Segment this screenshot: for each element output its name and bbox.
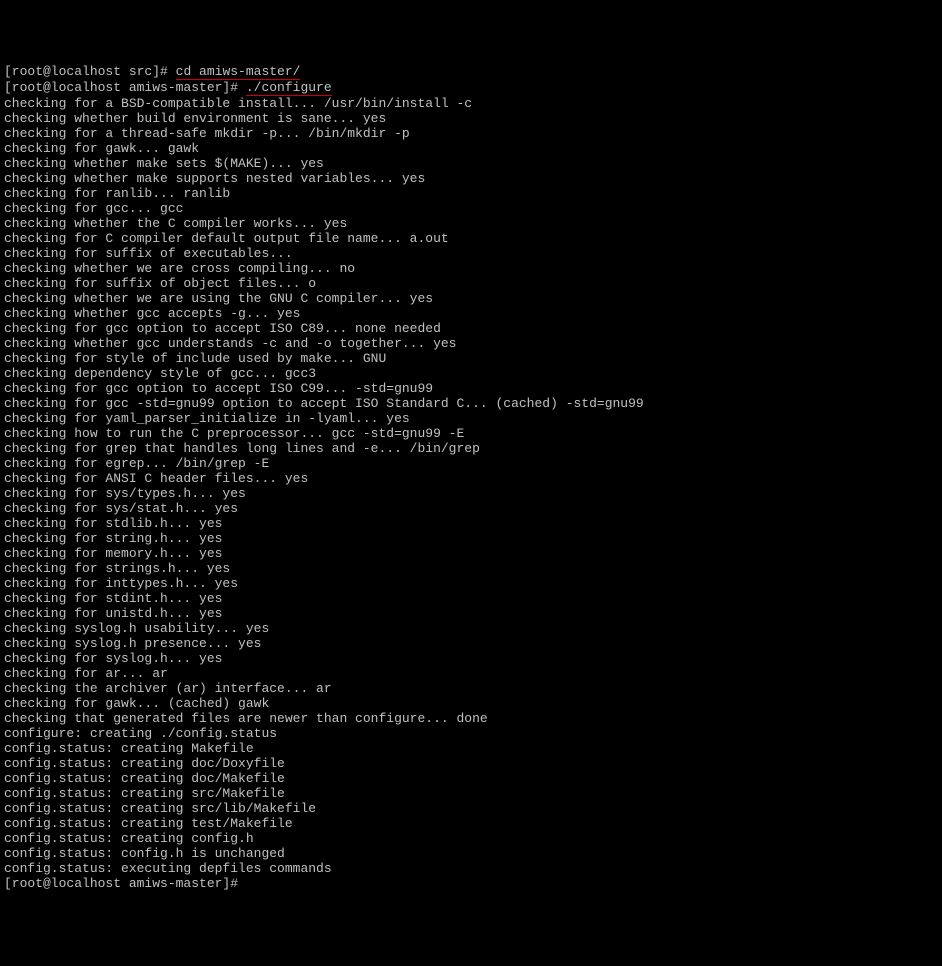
shell-prompt: [root@localhost amiws-master]# [4, 80, 246, 95]
shell-command: cd amiws-master/ [176, 64, 301, 80]
terminal-output-line: checking for gawk... (cached) gawk [4, 696, 938, 711]
terminal-output-line: checking the archiver (ar) interface... … [4, 681, 938, 696]
terminal-output-line: config.status: creating test/Makefile [4, 816, 938, 831]
terminal-prompt-line: [root@localhost amiws-master]# ./configu… [4, 80, 938, 96]
terminal-output-line: checking for ANSI C header files... yes [4, 471, 938, 486]
terminal-output-line: config.status: creating src/Makefile [4, 786, 938, 801]
terminal-output-line: checking for suffix of object files... o [4, 276, 938, 291]
terminal-output-line: checking for sys/stat.h... yes [4, 501, 938, 516]
terminal-output-line: checking for unistd.h... yes [4, 606, 938, 621]
terminal-output-line: checking for gawk... gawk [4, 141, 938, 156]
terminal-output-line: checking for string.h... yes [4, 531, 938, 546]
terminal-output-line: checking for syslog.h... yes [4, 651, 938, 666]
terminal-output-line: checking that generated files are newer … [4, 711, 938, 726]
terminal-output-line: config.status: config.h is unchanged [4, 846, 938, 861]
terminal-output-line: configure: creating ./config.status [4, 726, 938, 741]
terminal-output-line: checking for suffix of executables... [4, 246, 938, 261]
terminal-output-line: checking for stdlib.h... yes [4, 516, 938, 531]
terminal-output-line: checking whether make sets $(MAKE)... ye… [4, 156, 938, 171]
terminal-output-line: config.status: creating src/lib/Makefile [4, 801, 938, 816]
terminal-output-line: checking for inttypes.h... yes [4, 576, 938, 591]
terminal-output-line: checking dependency style of gcc... gcc3 [4, 366, 938, 381]
terminal-output-line: config.status: creating Makefile [4, 741, 938, 756]
terminal-output-line: checking how to run the C preprocessor..… [4, 426, 938, 441]
terminal-output-line: config.status: executing depfiles comman… [4, 861, 938, 876]
terminal-output-line: checking for ar... ar [4, 666, 938, 681]
terminal-output-line: checking for a thread-safe mkdir -p... /… [4, 126, 938, 141]
terminal-output-line: checking for style of include used by ma… [4, 351, 938, 366]
terminal-output-line: checking for memory.h... yes [4, 546, 938, 561]
terminal-output-line: checking for grep that handles long line… [4, 441, 938, 456]
terminal-output-line: checking for yaml_parser_initialize in -… [4, 411, 938, 426]
terminal-output-line: checking for stdint.h... yes [4, 591, 938, 606]
terminal-output-line: checking for gcc option to accept ISO C9… [4, 381, 938, 396]
terminal-output-line: checking syslog.h usability... yes [4, 621, 938, 636]
terminal-output-line: checking for gcc -std=gnu99 option to ac… [4, 396, 938, 411]
shell-prompt: [root@localhost src]# [4, 64, 176, 79]
shell-prompt: [root@localhost amiws-master]# [4, 876, 246, 891]
terminal-output-line: checking whether we are cross compiling.… [4, 261, 938, 276]
terminal-output[interactable]: [root@localhost src]# cd amiws-master/[r… [4, 64, 938, 891]
terminal-prompt-line: [root@localhost amiws-master]# [4, 876, 938, 891]
terminal-output-line: checking for a BSD-compatible install...… [4, 96, 938, 111]
terminal-output-line: checking for gcc... gcc [4, 201, 938, 216]
terminal-output-line: checking for sys/types.h... yes [4, 486, 938, 501]
shell-command: ./configure [246, 80, 332, 96]
terminal-output-line: checking syslog.h presence... yes [4, 636, 938, 651]
terminal-output-line: checking for egrep... /bin/grep -E [4, 456, 938, 471]
terminal-prompt-line: [root@localhost src]# cd amiws-master/ [4, 64, 938, 80]
terminal-output-line: checking whether gcc accepts -g... yes [4, 306, 938, 321]
terminal-output-line: checking for strings.h... yes [4, 561, 938, 576]
terminal-output-line: checking whether build environment is sa… [4, 111, 938, 126]
terminal-output-line: checking whether the C compiler works...… [4, 216, 938, 231]
terminal-output-line: checking whether we are using the GNU C … [4, 291, 938, 306]
terminal-output-line: checking for ranlib... ranlib [4, 186, 938, 201]
terminal-output-line: checking whether gcc understands -c and … [4, 336, 938, 351]
terminal-output-line: checking for gcc option to accept ISO C8… [4, 321, 938, 336]
terminal-output-line: config.status: creating doc/Makefile [4, 771, 938, 786]
terminal-output-line: config.status: creating doc/Doxyfile [4, 756, 938, 771]
terminal-output-line: checking for C compiler default output f… [4, 231, 938, 246]
terminal-output-line: checking whether make supports nested va… [4, 171, 938, 186]
terminal-output-line: config.status: creating config.h [4, 831, 938, 846]
